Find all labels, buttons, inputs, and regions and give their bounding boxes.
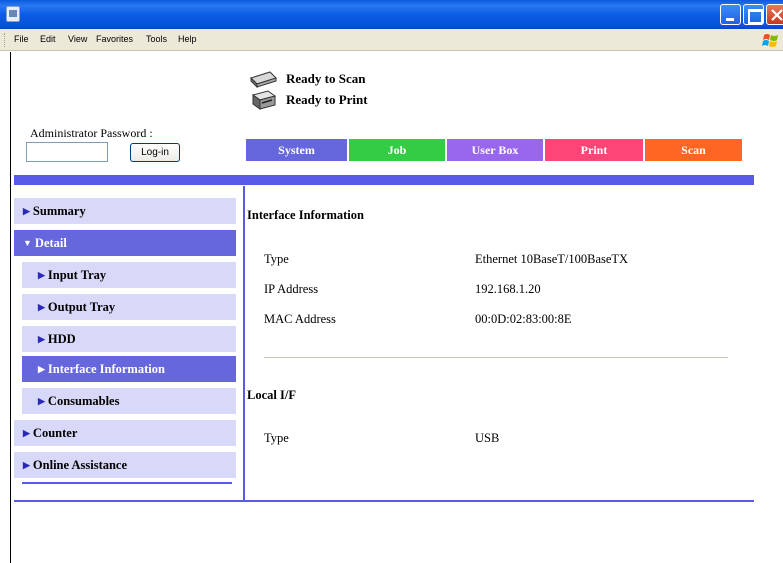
expand-arrow-icon: ▶ xyxy=(38,363,45,374)
tab-scan-label: Scan xyxy=(681,142,706,157)
tab-user-box[interactable]: User Box xyxy=(447,139,543,161)
maximize-button[interactable] xyxy=(743,4,764,25)
login-button[interactable]: Log-in xyxy=(130,143,180,162)
nav-item-hdd[interactable]: ▶ HDD xyxy=(22,326,236,352)
menu-help[interactable]: Help xyxy=(178,34,197,44)
nav-item-label: Output Tray xyxy=(47,299,116,314)
ip-address-value: 192.168.1.20 xyxy=(475,282,541,296)
browser-app-icon[interactable] xyxy=(6,6,20,22)
interface-type-value: Ethernet 10BaseT/100BaseTX xyxy=(475,252,629,266)
section-title-local-if: Local I/F xyxy=(247,388,296,402)
ip-address-label: IP Address xyxy=(264,282,319,296)
nav-item-label: Online Assistance xyxy=(32,457,128,472)
menu-grip xyxy=(4,33,7,47)
menu-edit[interactable]: Edit xyxy=(40,34,56,44)
frame-border xyxy=(10,52,11,563)
close-button[interactable] xyxy=(766,4,783,25)
nav-bottom-divider xyxy=(22,482,232,484)
admin-password-input[interactable] xyxy=(26,142,108,162)
nav-item-label: Interface Information xyxy=(47,361,165,376)
local-type-value: USB xyxy=(475,431,500,445)
interface-type-label: Type xyxy=(264,252,289,266)
tab-system[interactable]: System xyxy=(246,139,347,161)
printer-icon xyxy=(251,90,277,110)
nav-item-label: Input Tray xyxy=(47,267,107,282)
expand-arrow-icon: ▶ xyxy=(38,301,45,312)
local-type-label: Type xyxy=(264,431,289,445)
tab-user-box-label: User Box xyxy=(471,142,519,157)
tab-job-label: Job xyxy=(387,142,407,157)
nav-item-label: Detail xyxy=(34,235,67,250)
nav-item-output-tray[interactable]: ▶ Output Tray xyxy=(22,294,236,320)
minimize-button[interactable] xyxy=(720,4,741,25)
nav-item-label: Summary xyxy=(32,203,86,218)
tab-job[interactable]: Job xyxy=(349,139,445,161)
tab-print[interactable]: Print xyxy=(545,139,643,161)
header-band xyxy=(14,175,754,185)
tab-system-label: System xyxy=(278,142,315,157)
section-title-interface: Interface Information xyxy=(247,208,364,222)
expand-arrow-icon: ▶ xyxy=(23,459,30,470)
nav-item-consumables[interactable]: ▶ Consumables xyxy=(22,388,236,414)
nav-item-online-assistance[interactable]: ▶ Online Assistance xyxy=(14,452,236,478)
nav-item-label: HDD xyxy=(47,331,76,346)
nav-item-input-tray[interactable]: ▶ Input Tray xyxy=(22,262,236,288)
menu-tools[interactable]: Tools xyxy=(146,34,167,44)
nav-vertical-divider xyxy=(243,186,245,500)
menu-file[interactable]: File xyxy=(14,34,29,44)
print-status: Ready to Print xyxy=(248,89,368,111)
tab-print-label: Print xyxy=(580,142,608,157)
expand-arrow-icon: ▶ xyxy=(38,395,45,406)
expand-arrow-icon: ▶ xyxy=(38,269,45,280)
expand-arrow-icon: ▶ xyxy=(23,427,30,438)
close-icon xyxy=(771,9,783,21)
scan-status: Ready to Scan xyxy=(248,68,365,90)
nav-item-interface-information[interactable]: ▶ Interface Information xyxy=(22,356,236,382)
menu-view[interactable]: View xyxy=(68,34,87,44)
scanner-icon xyxy=(250,71,277,89)
menu-bar: File Edit View Favorites Tools Help xyxy=(0,29,783,51)
mac-address-label: MAC Address xyxy=(264,312,336,326)
expand-arrow-icon: ▶ xyxy=(38,333,45,344)
nav-item-detail[interactable]: ▼ Detail xyxy=(14,230,236,256)
expand-arrow-icon: ▶ xyxy=(23,205,30,216)
tab-scan[interactable]: Scan xyxy=(645,139,742,161)
print-status-text: Ready to Print xyxy=(286,92,368,107)
windows-logo-icon xyxy=(762,34,778,47)
nav-item-counter[interactable]: ▶ Counter xyxy=(14,420,236,446)
scan-status-text: Ready to Scan xyxy=(286,71,366,86)
page-bottom-divider xyxy=(14,500,754,502)
window-titlebar xyxy=(0,0,783,29)
menu-favorites[interactable]: Favorites xyxy=(96,34,133,44)
admin-password-label: Administrator Password : xyxy=(30,126,153,140)
collapse-arrow-icon: ▼ xyxy=(23,238,32,248)
nav-item-label: Counter xyxy=(32,425,78,440)
section-divider xyxy=(264,357,728,358)
nav-item-label: Consumables xyxy=(47,393,120,408)
nav-item-summary[interactable]: ▶ Summary xyxy=(14,198,236,224)
mac-address-value: 00:0D:02:83:00:8E xyxy=(475,312,572,326)
